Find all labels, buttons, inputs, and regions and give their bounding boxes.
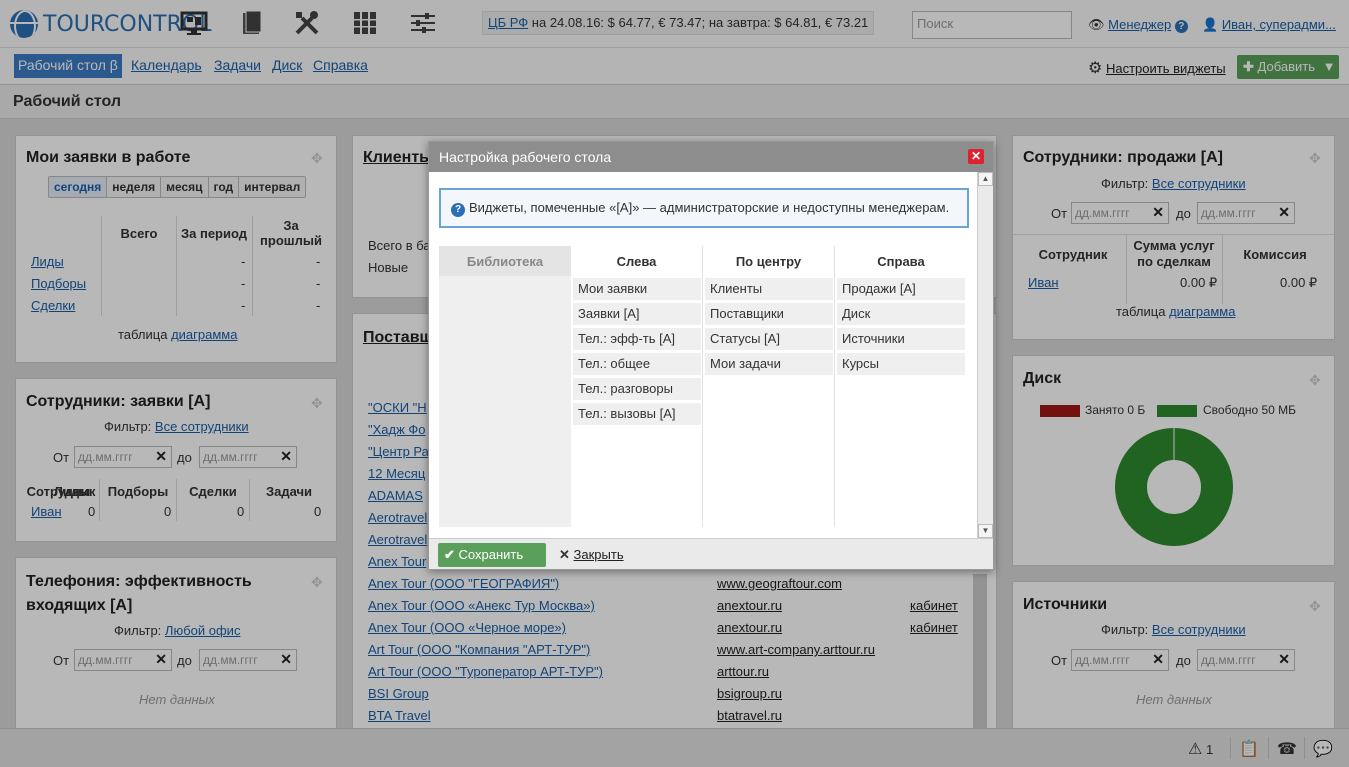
close-link[interactable]: ✕ Закрыть xyxy=(559,547,624,563)
info-box: ? Виджеты, помеченные «[А]» — администрат… xyxy=(439,188,969,228)
scroll-up-icon[interactable]: ▲ xyxy=(978,172,993,186)
widget-item[interactable]: Мои заявки xyxy=(573,278,701,300)
close-x-icon: ✕ xyxy=(559,547,570,562)
widget-item[interactable]: Диск xyxy=(837,303,965,325)
column-library: Библиотека xyxy=(439,246,571,527)
widget-item[interactable]: Заявки [А] xyxy=(573,303,701,325)
column-left: Слева Мои заявки Заявки [А] Тел.: эфф-ть [… xyxy=(571,246,703,527)
widget-item[interactable]: Источники xyxy=(837,328,965,350)
column-center: По центру Клиенты Поставщики Статусы [А] Мо… xyxy=(703,246,835,527)
column-title: Слева xyxy=(616,254,657,269)
column-right: Справа Продажи [А] Диск Источники Курсы xyxy=(835,246,967,527)
column-title: Справа xyxy=(877,254,925,269)
widget-item[interactable]: Курсы xyxy=(837,353,965,375)
widget-item[interactable]: Тел.: эфф-ть [А] xyxy=(573,328,701,350)
scroll-down-icon[interactable]: ▼ xyxy=(978,524,993,538)
widget-item[interactable]: Тел.: общее xyxy=(573,353,701,375)
widget-item[interactable]: Мои задачи xyxy=(705,353,833,375)
widget-item[interactable]: Тел.: разговоры xyxy=(573,378,701,400)
check-icon: ✔ xyxy=(444,547,455,562)
modal-header: Настройка рабочего стола ✕ xyxy=(429,142,993,172)
modal-scrollbar[interactable]: ▲ ▼ xyxy=(977,172,993,538)
save-button[interactable]: ✔ Сохранить xyxy=(438,543,546,567)
modal-body: ? Виджеты, помеченные «[А]» — администрат… xyxy=(429,172,993,538)
widget-item[interactable]: Статусы [А] xyxy=(705,328,833,350)
info-icon: ? xyxy=(451,203,465,217)
column-title: По центру xyxy=(735,254,802,269)
widget-item[interactable]: Поставщики xyxy=(705,303,833,325)
modal-footer: ✔ Сохранить ✕ Закрыть xyxy=(429,538,993,569)
widget-item[interactable]: Клиенты xyxy=(705,278,833,300)
modal-title: Настройка рабочего стола xyxy=(439,149,612,165)
widget-item[interactable]: Продажи [А] xyxy=(837,278,965,300)
column-title: Библиотека xyxy=(439,246,571,276)
close-icon[interactable]: ✕ xyxy=(968,149,984,164)
widget-item[interactable]: Тел.: вызовы [А] xyxy=(573,403,701,425)
desktop-settings-modal: Настройка рабочего стола ✕ ? Виджеты, пом… xyxy=(428,141,994,570)
